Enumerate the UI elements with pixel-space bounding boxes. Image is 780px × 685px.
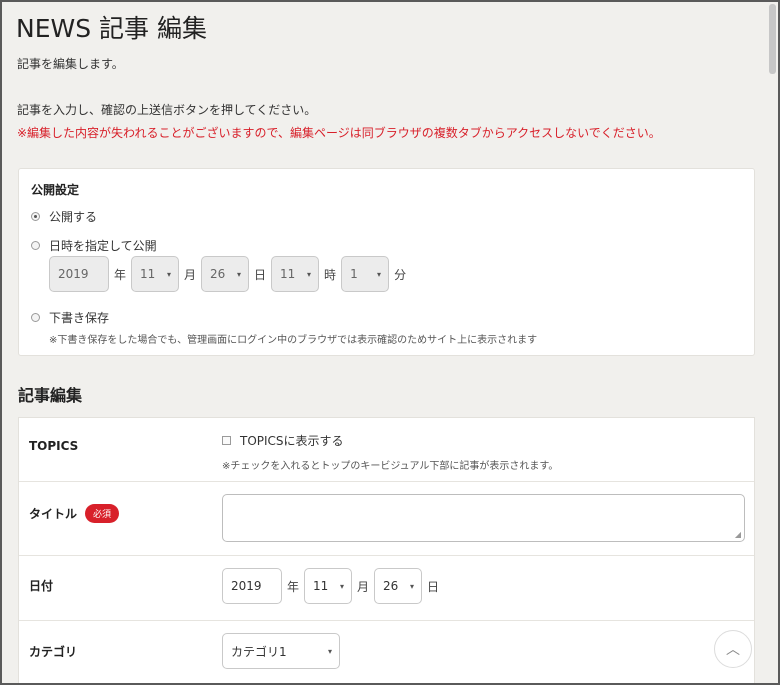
page-frame: NEWS 記事 編集 記事を編集します。 記事を入力し、確認の上送信ボタンを押し… [0, 0, 780, 685]
date-year-unit: 年 [287, 579, 300, 594]
topics-checkbox[interactable] [222, 436, 231, 445]
page-title: NEWS 記事 編集 [16, 14, 207, 43]
radio-label-publish-now: 公開する [49, 210, 98, 224]
schedule-minute-value: 1 [350, 267, 358, 281]
date-year-value: 2019 [231, 579, 262, 593]
chevron-up-icon: ︿ [726, 642, 740, 658]
radio-scheduled-publish[interactable]: 日時を指定して公開 [31, 237, 157, 254]
chevron-down-icon: ▾ [340, 582, 345, 591]
day-unit: 日 [254, 267, 267, 282]
date-day-unit: 日 [427, 579, 440, 594]
schedule-month-select[interactable]: 11 ▾ [131, 256, 180, 292]
date-month-select[interactable]: 11 ▾ [304, 568, 353, 604]
month-unit: 月 [184, 267, 197, 282]
topics-label: TOPICS [29, 439, 79, 453]
schedule-year-value: 2019 [58, 267, 89, 281]
title-row: タイトル 必須 ◢ [19, 482, 754, 556]
scrollbar-thumb[interactable] [769, 4, 776, 74]
category-row: カテゴリ カテゴリ1 ▾ [19, 621, 754, 683]
radio-publish-now[interactable]: 公開する [31, 208, 97, 225]
chevron-down-icon: ▾ [377, 270, 382, 279]
article-edit-form: TOPICS TOPICSに表示する ※チェックを入れるとトップのキービジュアル… [18, 417, 755, 683]
radio-draft-save[interactable]: 下書き保存 [31, 309, 109, 326]
resize-handle-icon[interactable]: ◢ [735, 530, 741, 539]
topics-row: TOPICS TOPICSに表示する ※チェックを入れるとトップのキービジュアル… [19, 418, 754, 482]
chevron-down-icon: ▾ [327, 647, 332, 656]
title-label-group: タイトル 必須 [29, 504, 120, 523]
minute-unit: 分 [394, 267, 407, 282]
chevron-down-icon: ▾ [237, 270, 242, 279]
date-label: 日付 [29, 579, 54, 593]
schedule-hour-value: 11 [280, 267, 296, 281]
radio-button-icon[interactable] [31, 212, 40, 221]
warning-text: ※編集した内容が失われることがございますので、編集ページは同ブラウザの複数タブか… [17, 126, 661, 140]
date-month-value: 11 [313, 579, 329, 593]
category-value: カテゴリ1 [231, 644, 287, 659]
schedule-day-value: 26 [210, 267, 226, 281]
radio-button-icon[interactable] [31, 313, 40, 322]
schedule-year-input[interactable]: 2019 [49, 256, 109, 292]
year-unit: 年 [114, 267, 127, 282]
instruction-text: 記事を入力し、確認の上送信ボタンを押してください。 [17, 103, 317, 117]
radio-button-icon[interactable] [31, 241, 40, 250]
date-row: 日付 2019 年 11 ▾ 月 26 ▾ 日 [19, 556, 754, 621]
topics-checkbox-row[interactable]: TOPICSに表示する [222, 432, 344, 449]
draft-note: ※下書き保存をした場合でも、管理画面にログイン中のブラウザでは表示確認のためサイ… [49, 335, 538, 346]
date-day-value: 26 [383, 579, 399, 593]
schedule-minute-select[interactable]: 1 ▾ [341, 256, 390, 292]
chevron-down-icon: ▾ [167, 270, 172, 279]
page-intro: 記事を編集します。 [17, 57, 124, 71]
radio-label-draft: 下書き保存 [49, 311, 110, 325]
publish-settings-heading: 公開設定 [31, 183, 80, 197]
hour-unit: 時 [324, 267, 337, 282]
schedule-day-select[interactable]: 26 ▾ [201, 256, 250, 292]
scroll-to-top-button[interactable]: ︿ [714, 630, 752, 668]
required-badge: 必須 [85, 504, 120, 523]
chevron-down-icon: ▾ [410, 582, 415, 591]
date-inputs: 2019 年 11 ▾ 月 26 ▾ 日 [222, 568, 444, 604]
date-day-select[interactable]: 26 ▾ [374, 568, 423, 604]
topics-note: ※チェックを入れるとトップのキービジュアル下部に記事が表示されます。 [222, 461, 559, 472]
category-select[interactable]: カテゴリ1 ▾ [222, 633, 340, 669]
article-edit-heading: 記事編集 [18, 386, 83, 405]
schedule-month-value: 11 [140, 267, 156, 281]
category-label: カテゴリ [29, 645, 78, 659]
publish-settings-panel: 公開設定 公開する 日時を指定して公開 2019 年 11 ▾ 月 26 ▾ 日 [18, 168, 755, 356]
chevron-down-icon: ▾ [307, 270, 312, 279]
schedule-hour-select[interactable]: 11 ▾ [271, 256, 320, 292]
date-month-unit: 月 [357, 579, 370, 594]
radio-label-scheduled: 日時を指定して公開 [49, 239, 157, 253]
date-year-input[interactable]: 2019 [222, 568, 282, 604]
topics-checkbox-label: TOPICSに表示する [240, 434, 344, 448]
title-textarea[interactable]: ◢ [222, 494, 745, 542]
title-label: タイトル [29, 507, 78, 521]
scheduled-datetime-row: 2019 年 11 ▾ 月 26 ▾ 日 11 ▾ 時 1 ▾ 分 [49, 256, 411, 292]
